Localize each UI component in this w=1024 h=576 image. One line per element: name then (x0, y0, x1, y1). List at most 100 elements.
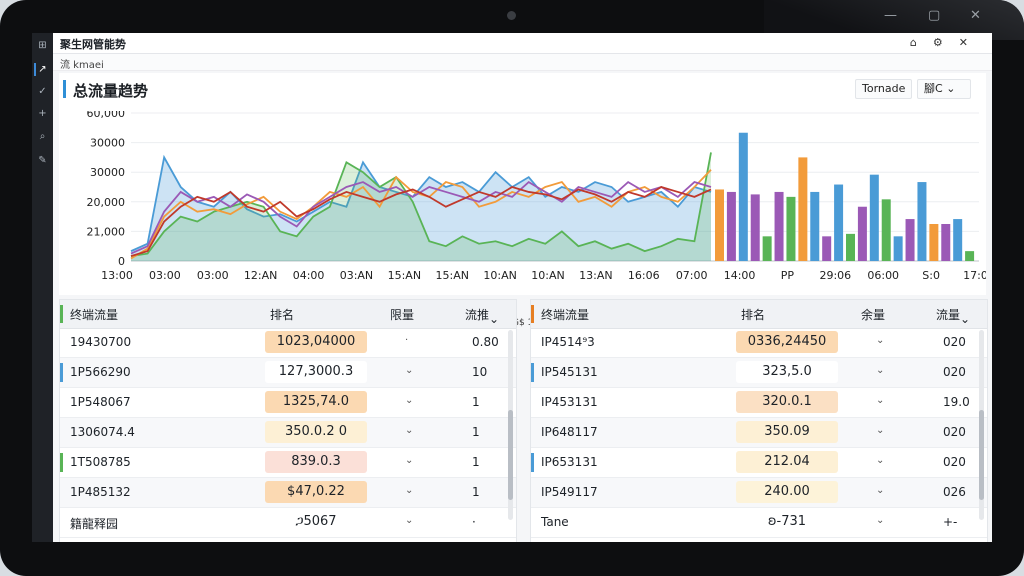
screen: ⊞ ↗ ✓ + ⌕ ✎ 聚生网管能势 ⌂⚙✕ 流 kmaei 总流量趋势 Tor… (32, 33, 992, 542)
row-expand-icon[interactable]: ⌄ (405, 425, 413, 436)
terminal-id: IP4514⁹3 (541, 335, 595, 349)
terminal-id: 1P485132 (70, 485, 131, 499)
row-accent (531, 453, 534, 472)
row-expand-icon[interactable]: ⌄ (405, 455, 413, 466)
traffic-value-badge: 323,5.0 (736, 361, 838, 383)
edit-icon[interactable]: ✎ (36, 154, 49, 167)
table-row[interactable]: 1306074.4 350.0.2 0 ⌄ 1 (60, 418, 516, 448)
terminal-id: IP549117 (541, 485, 598, 499)
row-expand-icon[interactable]: ⌄ (876, 365, 884, 376)
traffic-value-badge: 350.0.2 0 (265, 421, 367, 443)
table-row[interactable]: IP4514⁹3 0336,24450 ⌄ 020 (531, 328, 987, 358)
x-tick-label: 14:00 (724, 269, 756, 282)
table-row[interactable]: 1T508785 839.0.3 ⌄ 1 (60, 448, 516, 478)
table-header: 终端流量 排名 余量 流量 ⌄ (531, 300, 987, 329)
terminal-id: IP545131 (541, 365, 598, 379)
column-header[interactable]: 排名 (270, 306, 294, 323)
x-tick-label: 04:00 (293, 269, 325, 282)
row-accent (60, 363, 63, 382)
traffic-value-badge: 839.0.3 (265, 451, 367, 473)
table-scrollbar[interactable] (979, 330, 984, 520)
column-header-sortable[interactable]: 流量 ⌄ (936, 306, 970, 326)
window-close-icon[interactable]: ✕ (959, 36, 984, 49)
chart-mode-button[interactable]: Tornade (855, 79, 913, 99)
bar (762, 236, 772, 261)
row-metric: 1 (472, 455, 480, 469)
table-row[interactable]: IP653131 212.04 ⌄ 020 (531, 448, 987, 478)
table-row[interactable]: 籍龍释园 ጋ5067 ⌄ · (60, 508, 516, 538)
camera-dot (507, 11, 516, 20)
terminal-id: 籍龍释园 (70, 517, 119, 531)
row-expand-icon[interactable]: ⌄ (405, 515, 413, 526)
x-tick-label: 17:00 (963, 269, 986, 282)
row-expand-icon[interactable]: ⌄ (405, 365, 413, 376)
bar (941, 224, 951, 261)
check-icon[interactable]: ✓ (36, 85, 49, 98)
row-expand-icon[interactable]: ⌄ (876, 515, 884, 526)
table-row[interactable]: IP545131 323,5.0 ⌄ 020 (531, 358, 987, 388)
grid-icon[interactable]: ⊞ (36, 39, 49, 52)
search-icon[interactable]: ⌕ (36, 130, 49, 143)
column-header-sortable[interactable]: 流推 ⌄ (465, 306, 499, 326)
x-tick-label: 10:AN (531, 269, 564, 282)
table-row[interactable]: 1P485132 $47,0.22 ⌄ 1 (60, 478, 516, 508)
scrollbar-thumb[interactable] (979, 410, 984, 500)
chart-range-label: 腳C (924, 82, 943, 95)
table-row[interactable]: 19430700 1023,04000 · 0.80 (60, 328, 516, 358)
table-row[interactable]: Tane ʚ-731 ⌄ +- (531, 508, 987, 538)
bar (905, 219, 915, 261)
table-row[interactable]: IP648117 350.09 ⌄ 020 (531, 418, 987, 448)
row-expand-icon[interactable]: · (405, 335, 408, 346)
scrollbar-thumb[interactable] (508, 410, 513, 500)
table-row[interactable]: 1P548067 1325,74.0 ⌄ 1 (60, 388, 516, 418)
sort-caret-icon: ⌄ (489, 312, 500, 326)
row-metric: 1 (472, 425, 480, 439)
table-header-accent (60, 305, 63, 323)
bar (953, 219, 963, 261)
terminal-id: Tane (541, 515, 569, 529)
row-expand-icon[interactable]: ⌄ (876, 335, 884, 346)
bell-icon[interactable]: ⌂ (910, 36, 933, 49)
traffic-value-badge: 127,3000.3 (265, 361, 367, 383)
row-metric: +- (943, 515, 958, 529)
chart-title: 总流量趋势 (73, 82, 149, 100)
terminal-id: 1P548067 (70, 395, 131, 409)
bar (786, 196, 796, 261)
row-metric: · (472, 515, 476, 529)
row-expand-icon[interactable]: ⌄ (876, 395, 884, 406)
table-row[interactable]: 1P566290 127,3000.3 ⌄ 10 (60, 358, 516, 388)
row-expand-icon[interactable]: ⌄ (876, 455, 884, 466)
maximize-icon[interactable]: ▢ (928, 8, 940, 23)
settings-icon[interactable]: ⚙ (933, 36, 959, 49)
column-header[interactable]: 排名 (741, 306, 765, 323)
minimize-icon[interactable]: — (884, 8, 897, 23)
close-icon[interactable]: ✕ (970, 8, 981, 23)
icon-rail: ⊞ ↗ ✓ + ⌕ ✎ (32, 33, 53, 542)
plus-icon[interactable]: + (36, 107, 49, 120)
column-header[interactable]: 余量 (861, 306, 885, 323)
chart-icon[interactable]: ↗ (34, 63, 49, 76)
row-expand-icon[interactable]: ⌄ (405, 485, 413, 496)
sub-toolbar-label: 流 kmaei (60, 60, 104, 71)
row-expand-icon[interactable]: ⌄ (876, 485, 884, 496)
column-header[interactable]: 终端流量 (70, 306, 118, 323)
traffic-value-badge: 350.09 (736, 421, 838, 443)
bar (810, 191, 820, 261)
column-header[interactable]: 限量 (390, 306, 414, 323)
table-scrollbar[interactable] (508, 330, 513, 520)
left-traffic-table: 终端流量 排名 限量 流推 ⌄ 19430700 1023,04000 · 0.80 1P566… (59, 299, 517, 542)
traffic-value-badge: ʚ-731 (767, 514, 807, 529)
bar (738, 132, 748, 261)
column-header[interactable]: 终端流量 (541, 306, 589, 323)
row-expand-icon[interactable]: ⌄ (405, 395, 413, 406)
chart-range-select[interactable]: 腳C ⌄ (917, 79, 971, 99)
app-titlebar: 聚生网管能势 ⌂⚙✕ (53, 33, 992, 54)
row-expand-icon[interactable]: ⌄ (876, 425, 884, 436)
x-tick-label: 13:00 (101, 269, 133, 282)
row-accent (60, 453, 63, 472)
table-row[interactable]: IP549117 240.00 ⌄ 026 (531, 478, 987, 508)
terminal-id: IP653131 (541, 455, 598, 469)
table-row[interactable]: IP453131 320.0.1 ⌄ 19.0 (531, 388, 987, 418)
sort-caret-icon: ⌄ (960, 312, 971, 326)
table-header: 终端流量 排名 限量 流推 ⌄ (60, 300, 516, 329)
